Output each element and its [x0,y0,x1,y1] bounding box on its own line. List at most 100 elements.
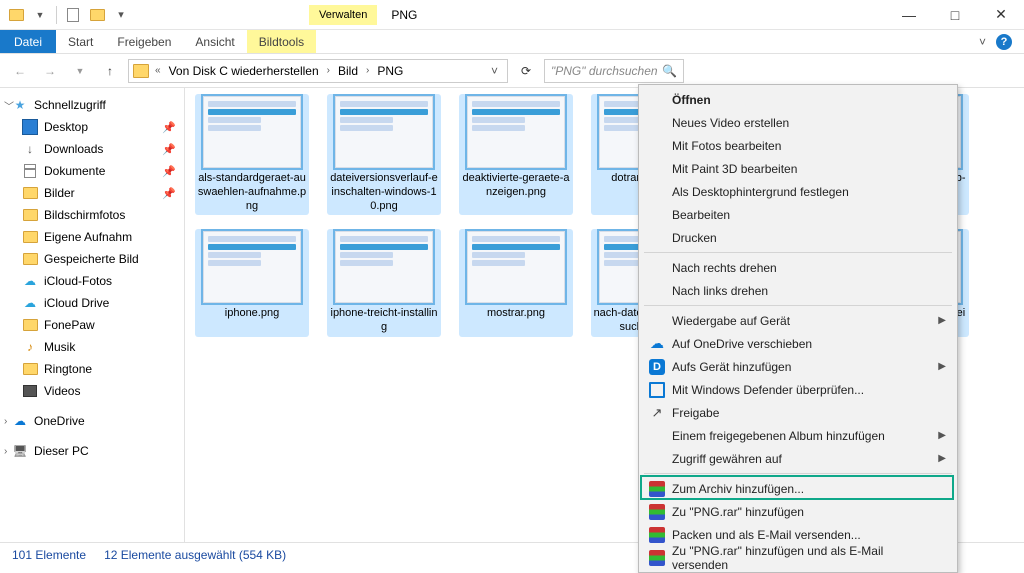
open-folder-icon[interactable] [89,7,105,23]
properties-icon[interactable] [65,7,81,23]
sidebar-item-label: FonePaw [44,318,95,332]
context-menu-item[interactable]: Wiedergabe auf Gerät ▶ [642,309,954,332]
ribbon-right: ˅ ? [979,30,1024,53]
context-menu-item[interactable]: Bearbeiten [642,203,954,226]
refresh-button[interactable]: ⟳ [514,59,538,83]
sidebar-item[interactable]: FonePaw [0,314,184,336]
file-tab[interactable]: Datei [0,30,56,53]
breadcrumb-segment[interactable]: Bild [336,64,360,78]
fotos-icon: D [648,358,666,376]
context-menu-label: Nach links drehen [672,284,768,298]
recent-dropdown[interactable]: ▼ [68,59,92,83]
file-item[interactable]: als-standardgeraet-auswaehlen-aufnahme.p… [195,94,309,215]
context-menu-label: Drucken [672,231,717,245]
context-menu-item[interactable]: ☁ Auf OneDrive verschieben [642,332,954,355]
context-menu-label: Zugriff gewähren auf [672,452,782,466]
context-separator [644,252,952,253]
context-menu-item[interactable]: Drucken [642,226,954,249]
file-item[interactable]: deaktivierte-geraete-anzeigen.png [459,94,573,215]
file-thumbnail [335,96,433,168]
back-button[interactable]: ← [8,59,32,83]
sidebar-item[interactable]: ☁ iCloud Drive [0,292,184,314]
expand-icon[interactable]: › [4,446,7,457]
view-tab[interactable]: Ansicht [183,30,246,53]
sidebar-thispc[interactable]: › 🖥 Dieser PC [0,440,184,462]
minimize-button[interactable]: — [886,0,932,30]
sidebar-item-label: Videos [44,384,80,398]
folder-icon [8,7,24,23]
rar-icon [648,503,666,521]
context-menu-item[interactable]: Nach rechts drehen [642,256,954,279]
context-menu-label: Auf OneDrive verschieben [672,337,812,351]
help-icon[interactable]: ? [996,34,1012,50]
pin-icon: 📌 [162,143,176,156]
expand-icon[interactable]: › [4,416,7,427]
breadcrumb[interactable]: « Von Disk C wiederherstellen › Bild › P… [128,59,508,83]
context-menu-label: Freigabe [672,406,719,420]
context-menu-item[interactable]: Zum Archiv hinzufügen... [642,477,954,500]
maximize-button[interactable]: □ [932,0,978,30]
address-dropdown-icon[interactable]: ˅ [486,64,503,78]
file-item[interactable]: iphone-treicht-installing [327,229,441,337]
context-menu-item[interactable]: Als Desktophintergrund festlegen [642,180,954,203]
context-menu-item[interactable]: Mit Paint 3D bearbeiten [642,157,954,180]
sidebar-item[interactable]: Desktop 📌 [0,116,184,138]
rar-icon [648,480,666,498]
navigation-pane: ﹀ ★ Schnellzugriff Desktop 📌 ↓ Downloads… [0,88,185,542]
file-thumbnail [203,231,301,303]
context-menu-item[interactable]: Öffnen [642,88,954,111]
picture-tools-tab[interactable]: Bildtools [247,30,316,53]
sidebar-onedrive[interactable]: › ☁ OneDrive [0,410,184,432]
share-tab[interactable]: Freigeben [105,30,183,53]
sidebar-item[interactable]: Dokumente 📌 [0,160,184,182]
pin-icon: 📌 [162,121,176,134]
home-tab[interactable]: Start [56,30,105,53]
context-menu-item[interactable]: Mit Fotos bearbeiten [642,134,954,157]
breadcrumb-segment[interactable]: PNG [375,64,405,78]
context-menu-item[interactable]: Zugriff gewähren auf ▶ [642,447,954,470]
manage-tab-label: Verwalten [309,5,377,25]
status-selection: 12 Elemente ausgewählt (554 KB) [104,548,286,562]
sidebar-item[interactable]: Bilder 📌 [0,182,184,204]
close-button[interactable]: ✕ [978,0,1024,30]
sidebar-item[interactable]: Eigene Aufnahm [0,226,184,248]
sidebar-item[interactable]: Bildschirmfotos [0,204,184,226]
up-button[interactable]: ↑ [98,59,122,83]
collapse-ribbon-icon[interactable]: ˅ [979,35,986,49]
sidebar-quickaccess[interactable]: ﹀ ★ Schnellzugriff [0,94,184,116]
forward-button[interactable]: → [38,59,62,83]
context-menu-item[interactable]: Nach links drehen [642,279,954,302]
sidebar-item[interactable]: Videos [0,380,184,402]
sidebar-item[interactable]: Gespeicherte Bild [0,248,184,270]
context-menu-item[interactable]: Mit Windows Defender überprüfen... [642,378,954,401]
sidebar-item[interactable]: Ringtone [0,358,184,380]
address-bar-row: ← → ▼ ↑ « Von Disk C wiederherstellen › … [0,54,1024,88]
sidebar-item[interactable]: ☁ iCloud-Fotos [0,270,184,292]
sidebar-item[interactable]: ♪ Musik [0,336,184,358]
context-menu-label: Aufs Gerät hinzufügen [672,360,791,374]
search-box[interactable]: "PNG" durchsuchen 🔍 [544,59,684,83]
context-menu-item[interactable]: ↗ Freigabe [642,401,954,424]
expand-icon[interactable]: ﹀ [4,98,14,113]
file-item[interactable]: iphone.png [195,229,309,337]
context-menu-item[interactable]: Neues Video erstellen [642,111,954,134]
folder-icon [22,229,38,245]
context-menu-item[interactable]: D Aufs Gerät hinzufügen ▶ [642,355,954,378]
context-menu: Öffnen Neues Video erstellen Mit Fotos b… [638,84,958,573]
file-item[interactable]: mostrar.png [459,229,573,337]
chevron-icon[interactable]: « [153,65,163,76]
title-bar: ▼ ▾ Verwalten PNG — □ ✕ [0,0,1024,30]
folder-icon [22,317,38,333]
sidebar-item[interactable]: ↓ Downloads 📌 [0,138,184,160]
dropdown-icon[interactable]: ▼ [32,7,48,23]
context-menu-item[interactable]: Einem freigegebenen Album hinzufügen ▶ [642,424,954,447]
chevron-icon[interactable]: › [364,65,371,76]
context-menu-item[interactable]: Zu "PNG.rar" hinzufügen [642,500,954,523]
chevron-icon[interactable]: › [325,65,332,76]
qat-dropdown-icon[interactable]: ▾ [113,7,129,23]
file-thumbnail [203,96,301,168]
file-item[interactable]: dateiversionsverlauf-einschalten-windows… [327,94,441,215]
sidebar-item-label: iCloud Drive [44,296,109,310]
share-icon: ↗ [648,404,666,422]
breadcrumb-segment[interactable]: Von Disk C wiederherstellen [167,64,321,78]
